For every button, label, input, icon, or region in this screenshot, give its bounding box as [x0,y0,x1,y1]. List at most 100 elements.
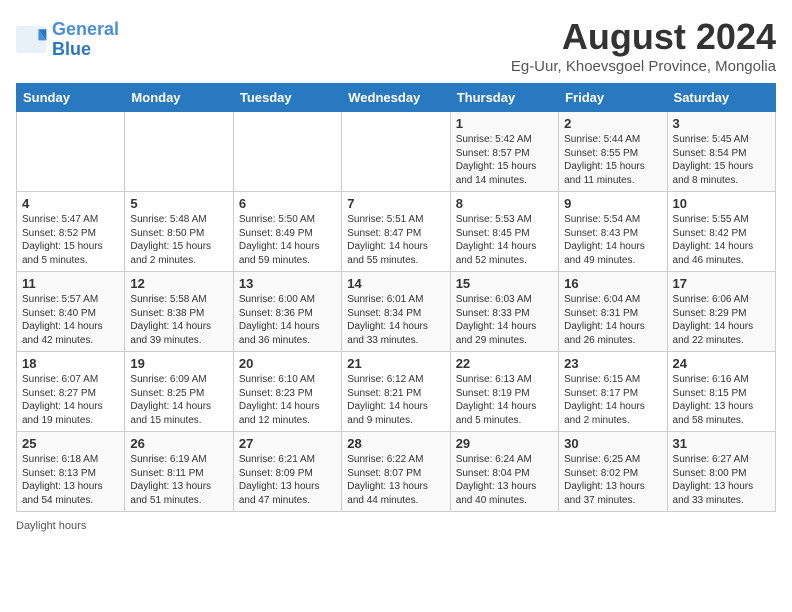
column-header-thursday: Thursday [450,84,558,112]
day-number: 2 [564,116,661,131]
footer: Daylight hours [16,520,776,532]
day-info: Sunrise: 6:04 AMSunset: 8:31 PMDaylight:… [564,293,661,347]
main-title: August 2024 [511,16,776,58]
logo: General Blue [16,20,119,60]
day-info: Sunrise: 6:22 AMSunset: 8:07 PMDaylight:… [347,453,444,507]
day-info: Sunrise: 5:53 AMSunset: 8:45 PMDaylight:… [456,213,553,267]
calendar-cell: 7Sunrise: 5:51 AMSunset: 8:47 PMDaylight… [342,192,450,272]
calendar-cell: 22 Sunrise: 6:13 AMSunset: 8:19 PMDayligh… [450,352,558,432]
day-info: Sunrise: 5:55 AMSunset: 8:42 PMDaylight:… [673,213,770,267]
day-info: Sunrise: 5:54 AMSunset: 8:43 PMDaylight:… [564,213,661,267]
day-number: 8 [456,196,553,211]
day-info: Sunrise: 6:01 AMSunset: 8:34 PMDaylight:… [347,293,444,347]
day-number: 13 [239,276,336,291]
day-number: 26 [130,436,227,451]
calendar-cell: 9 Sunrise: 5:54 AMSunset: 8:43 PMDaylight… [559,192,667,272]
day-number: 14 [347,276,444,291]
day-number: 25 [22,436,119,451]
calendar-cell: 11Sunrise: 5:57 AMSunset: 8:40 PMDayligh… [17,272,125,352]
day-number: 9 [564,196,661,211]
day-number: 3 [673,116,770,131]
calendar-cell: 14 Sunrise: 6:01 AMSunset: 8:34 PMDayligh… [342,272,450,352]
day-number: 12 [130,276,227,291]
day-info: Sunrise: 6:21 AMSunset: 8:09 PMDaylight:… [239,453,336,507]
calendar-cell: 10 Sunrise: 5:55 AMSunset: 8:42 PMDayligh… [667,192,775,272]
calendar-cell: 4 Sunrise: 5:47 AMSunset: 8:52 PMDaylight… [17,192,125,272]
subtitle: Eg-Uur, Khoevsgoel Province, Mongolia [511,58,776,75]
day-info: Sunrise: 6:16 AMSunset: 8:15 PMDaylight:… [673,373,770,427]
day-number: 15 [456,276,553,291]
week-row-1: 1Sunrise: 5:42 AMSunset: 8:57 PMDaylight… [17,112,776,192]
column-header-saturday: Saturday [667,84,775,112]
day-number: 10 [673,196,770,211]
calendar-cell: 13 Sunrise: 6:00 AMSunset: 8:36 PMDayligh… [233,272,341,352]
column-header-sunday: Sunday [17,84,125,112]
day-number: 5 [130,196,227,211]
day-info: Sunrise: 6:25 AMSunset: 8:02 PMDaylight:… [564,453,661,507]
calendar-cell: 3 Sunrise: 5:45 AMSunset: 8:54 PMDaylight… [667,112,775,192]
calendar-cell: 16 Sunrise: 6:04 AMSunset: 8:31 PMDayligh… [559,272,667,352]
calendar-cell: 2 Sunrise: 5:44 AMSunset: 8:55 PMDaylight… [559,112,667,192]
calendar-cell [342,112,450,192]
day-number: 22 [456,356,553,371]
calendar-body: 1Sunrise: 5:42 AMSunset: 8:57 PMDaylight… [17,112,776,512]
calendar-cell: 31 Sunrise: 6:27 AMSunset: 8:00 PMDayligh… [667,432,775,512]
calendar-cell: 25 Sunrise: 6:18 AMSunset: 8:13 PMDayligh… [17,432,125,512]
calendar-header: SundayMondayTuesdayWednesdayThursdayFrid… [17,84,776,112]
day-info: Sunrise: 6:13 AMSunset: 8:19 PMDaylight:… [456,373,553,427]
week-row-2: 4 Sunrise: 5:47 AMSunset: 8:52 PMDaylight… [17,192,776,272]
day-info: Sunrise: 6:10 AMSunset: 8:23 PMDaylight:… [239,373,336,427]
day-info: Sunrise: 5:48 AMSunset: 8:50 PMDaylight:… [130,213,227,267]
day-info: Sunrise: 5:42 AMSunset: 8:57 PMDaylight:… [456,133,553,187]
day-number: 24 [673,356,770,371]
logo-text: General Blue [52,20,119,60]
day-info: Sunrise: 6:06 AMSunset: 8:29 PMDaylight:… [673,293,770,347]
day-number: 4 [22,196,119,211]
day-number: 21 [347,356,444,371]
day-number: 11 [22,276,119,291]
title-block: August 2024 Eg-Uur, Khoevsgoel Province,… [511,16,776,75]
day-info: Sunrise: 6:24 AMSunset: 8:04 PMDaylight:… [456,453,553,507]
day-number: 18 [22,356,119,371]
day-info: Sunrise: 6:19 AMSunset: 8:11 PMDaylight:… [130,453,227,507]
day-info: Sunrise: 6:18 AMSunset: 8:13 PMDaylight:… [22,453,119,507]
day-number: 29 [456,436,553,451]
day-number: 31 [673,436,770,451]
day-info: Sunrise: 5:47 AMSunset: 8:52 PMDaylight:… [22,213,119,267]
week-row-5: 25 Sunrise: 6:18 AMSunset: 8:13 PMDayligh… [17,432,776,512]
calendar-cell [125,112,233,192]
day-info: Sunrise: 6:00 AMSunset: 8:36 PMDaylight:… [239,293,336,347]
calendar-cell [233,112,341,192]
week-row-4: 18 Sunrise: 6:07 AMSunset: 8:27 PMDayligh… [17,352,776,432]
calendar-cell: 21Sunrise: 6:12 AMSunset: 8:21 PMDayligh… [342,352,450,432]
day-info: Sunrise: 5:58 AMSunset: 8:38 PMDaylight:… [130,293,227,347]
day-info: Sunrise: 5:45 AMSunset: 8:54 PMDaylight:… [673,133,770,187]
day-number: 17 [673,276,770,291]
calendar-cell: 17 Sunrise: 6:06 AMSunset: 8:29 PMDayligh… [667,272,775,352]
calendar-cell: 5 Sunrise: 5:48 AMSunset: 8:50 PMDaylight… [125,192,233,272]
page-header: General Blue August 2024 Eg-Uur, Khoevsg… [16,16,776,75]
logo-icon [16,26,48,54]
daylight-label: Daylight hours [16,520,86,532]
calendar-cell: 18 Sunrise: 6:07 AMSunset: 8:27 PMDayligh… [17,352,125,432]
day-number: 19 [130,356,227,371]
calendar-cell: 23 Sunrise: 6:15 AMSunset: 8:17 PMDayligh… [559,352,667,432]
calendar-cell: 19Sunrise: 6:09 AMSunset: 8:25 PMDayligh… [125,352,233,432]
day-number: 28 [347,436,444,451]
day-number: 16 [564,276,661,291]
calendar-cell: 15 Sunrise: 6:03 AMSunset: 8:33 PMDayligh… [450,272,558,352]
day-info: Sunrise: 5:51 AMSunset: 8:47 PMDaylight:… [347,213,444,267]
day-info: Sunrise: 5:50 AMSunset: 8:49 PMDaylight:… [239,213,336,267]
day-number: 23 [564,356,661,371]
day-info: Sunrise: 6:27 AMSunset: 8:00 PMDaylight:… [673,453,770,507]
calendar-cell: 30Sunrise: 6:25 AMSunset: 8:02 PMDayligh… [559,432,667,512]
day-info: Sunrise: 6:03 AMSunset: 8:33 PMDaylight:… [456,293,553,347]
day-info: Sunrise: 5:44 AMSunset: 8:55 PMDaylight:… [564,133,661,187]
calendar-cell: 8 Sunrise: 5:53 AMSunset: 8:45 PMDaylight… [450,192,558,272]
calendar-cell: 29 Sunrise: 6:24 AMSunset: 8:04 PMDayligh… [450,432,558,512]
day-info: Sunrise: 6:07 AMSunset: 8:27 PMDaylight:… [22,373,119,427]
day-info: Sunrise: 6:15 AMSunset: 8:17 PMDaylight:… [564,373,661,427]
calendar-table: SundayMondayTuesdayWednesdayThursdayFrid… [16,83,776,512]
calendar-cell: 24 Sunrise: 6:16 AMSunset: 8:15 PMDayligh… [667,352,775,432]
day-number: 27 [239,436,336,451]
